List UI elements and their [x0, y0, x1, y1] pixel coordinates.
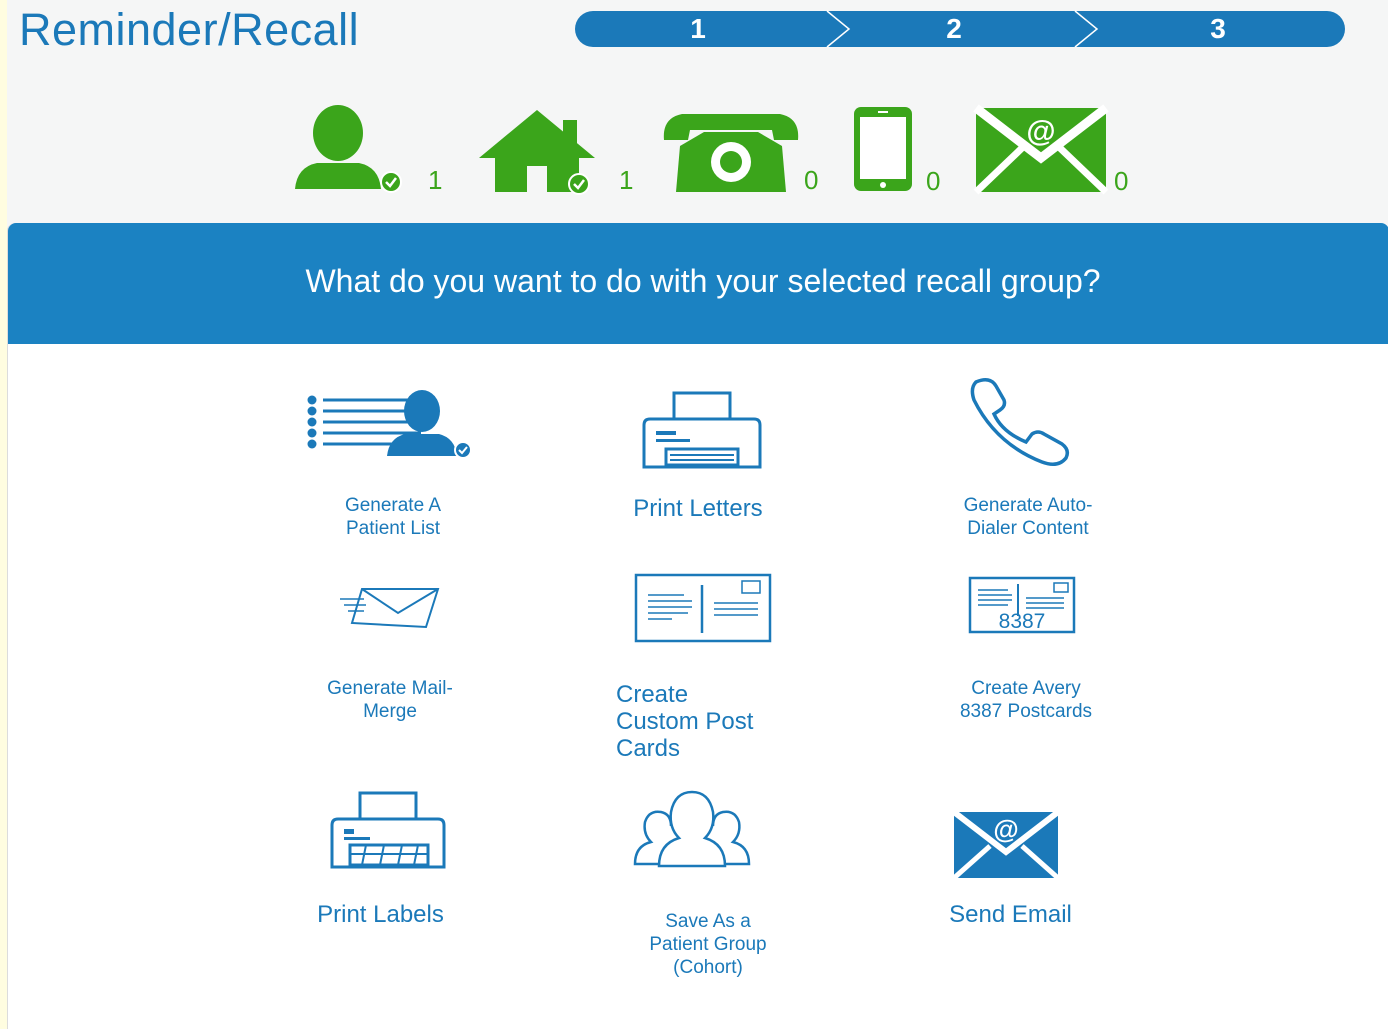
- step-3[interactable]: 3: [1198, 11, 1238, 47]
- generate-patient-list-button[interactable]: Generate A Patient List: [303, 386, 473, 546]
- create-custom-post-cards-label-3: Cards: [616, 735, 681, 762]
- summary-telephone: 0: [662, 110, 818, 195]
- avery-icon-number: 8387: [999, 610, 1046, 633]
- question-text: What do you want to do with your selecte…: [305, 263, 1101, 299]
- email-icon: @: [952, 809, 1060, 880]
- person-icon: [295, 105, 402, 193]
- summary-mobile: 0: [852, 105, 940, 196]
- create-avery-postcards-label-2: 8387 Postcards: [959, 701, 1093, 722]
- send-email-button[interactable]: @ Send Email: [928, 809, 1098, 950]
- telephone-icon: [663, 114, 799, 192]
- person-count: 1: [428, 165, 443, 195]
- generate-mail-merge-label-1: Generate Mail-: [327, 678, 453, 699]
- patient-list-icon: [307, 390, 472, 459]
- summary-person: 1: [295, 105, 442, 195]
- label-printer-icon: [330, 791, 446, 869]
- create-custom-post-cards-label-1: Create: [616, 681, 689, 708]
- create-avery-postcards-button[interactable]: 8387 Create Avery 8387 Postcards: [936, 576, 1116, 726]
- summary-home: 1: [479, 108, 633, 198]
- step-1[interactable]: 1: [678, 11, 718, 47]
- home-icon: [479, 110, 595, 195]
- question-banner: What do you want to do with your selecte…: [8, 223, 1388, 344]
- print-labels-button[interactable]: Print Labels: [298, 791, 468, 941]
- avery-postcard-icon: 8387: [968, 576, 1076, 634]
- step-progress-bar: 1 2 3: [575, 10, 1345, 48]
- save-patient-group-label-1: Save As a: [665, 911, 751, 932]
- page-title: Reminder/Recall: [19, 4, 360, 55]
- recall-actions-panel: What do you want to do with your selecte…: [7, 223, 1388, 1029]
- email-count: 0: [1114, 166, 1129, 196]
- printer-icon: [642, 391, 762, 469]
- generate-auto-dialer-label-1: Generate Auto-: [963, 495, 1093, 516]
- phone-handset-icon: [970, 378, 1070, 466]
- print-labels-label: Print Labels: [317, 901, 444, 928]
- send-email-label: Send Email: [949, 901, 1072, 928]
- flying-envelope-icon: [340, 588, 440, 629]
- create-custom-post-cards-label-2: Custom Post: [616, 708, 754, 735]
- save-patient-group-label-2: Patient Group: [649, 934, 767, 955]
- svg-text:@: @: [993, 814, 1018, 844]
- summary-email: @ 0: [973, 104, 1128, 196]
- step-2[interactable]: 2: [934, 11, 974, 47]
- mobile-phone-icon: [854, 107, 912, 191]
- create-avery-postcards-label-1: Create Avery: [971, 678, 1081, 699]
- home-count: 1: [619, 165, 634, 195]
- generate-patient-list-label-2: Patient List: [346, 518, 440, 539]
- print-letters-button[interactable]: Print Letters: [618, 391, 778, 531]
- svg-text:@: @: [1026, 115, 1055, 148]
- patient-group-icon: [633, 790, 751, 868]
- save-patient-group-button[interactable]: Save As a Patient Group (Cohort): [623, 788, 793, 978]
- email-envelope-icon: @: [973, 104, 1109, 195]
- generate-patient-list-label-1: Generate A: [344, 495, 442, 516]
- generate-mail-merge-button[interactable]: Generate Mail- Merge: [308, 583, 478, 733]
- create-custom-post-cards-button[interactable]: Create Custom Post Cards: [616, 573, 796, 773]
- postcard-icon: [634, 573, 772, 643]
- telephone-count: 0: [804, 165, 819, 195]
- save-patient-group-label-3: (Cohort): [673, 957, 743, 978]
- generate-auto-dialer-label-2: Dialer Content: [967, 518, 1089, 539]
- generate-mail-merge-label-2: Merge: [363, 701, 417, 722]
- print-letters-label: Print Letters: [633, 495, 763, 522]
- mobile-count: 0: [926, 166, 941, 196]
- generate-auto-dialer-button[interactable]: Generate Auto- Dialer Content: [938, 376, 1108, 546]
